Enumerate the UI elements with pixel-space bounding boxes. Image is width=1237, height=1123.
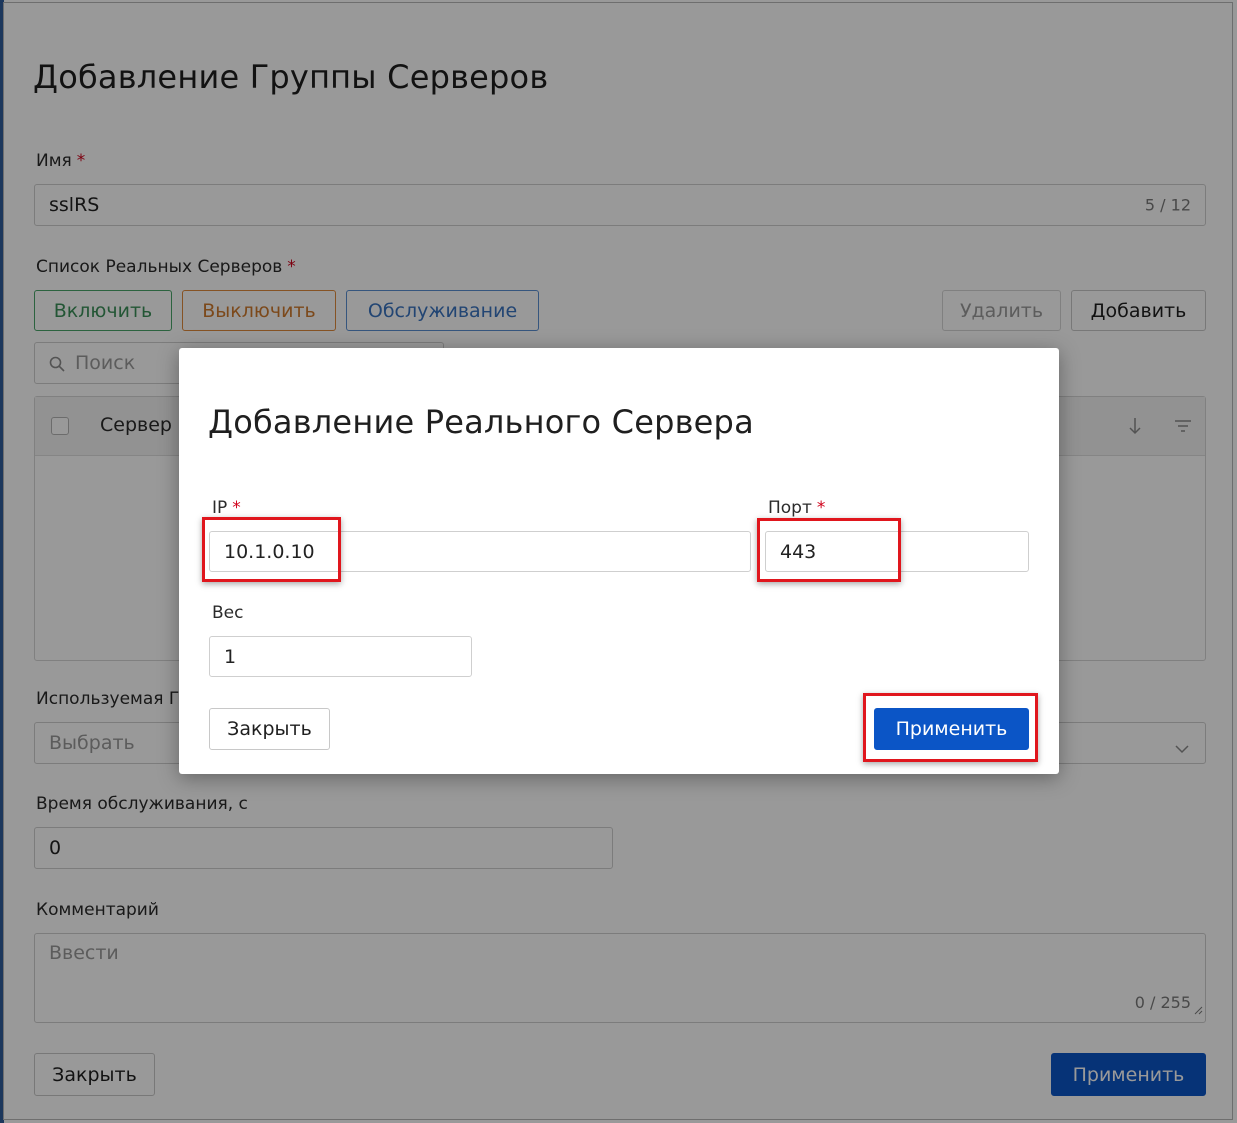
- weight-input[interactable]: 1: [209, 636, 472, 677]
- highlight-ip-box: [202, 517, 341, 582]
- weight-label: Вес: [212, 603, 244, 623]
- weight-input-value: 1: [224, 645, 237, 668]
- modal-title: Добавление Реального Сервера: [208, 403, 754, 441]
- screen: Добавление Группы Серверов Имя * sslRS 5 …: [0, 0, 1237, 1123]
- ip-label: IP *: [212, 498, 241, 518]
- highlight-apply-box: [863, 693, 1038, 762]
- highlight-port-box: [757, 518, 901, 582]
- modal-close-button[interactable]: Закрыть: [209, 708, 330, 750]
- port-label: Порт *: [768, 498, 826, 518]
